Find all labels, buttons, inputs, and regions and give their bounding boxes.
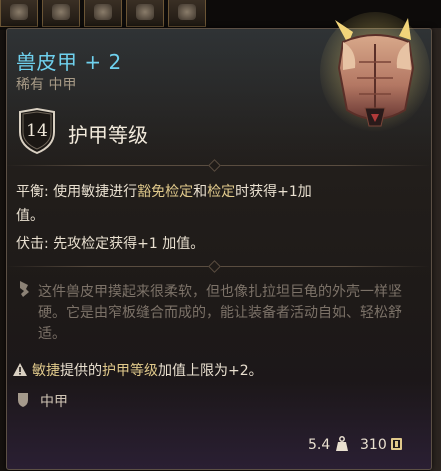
warning-icon xyxy=(13,363,27,376)
item-name: 兽皮甲 + 2 xyxy=(16,50,122,74)
passive-text: 和 xyxy=(193,184,208,200)
weight-value: 5.4 xyxy=(308,437,331,453)
price-value: 310 xyxy=(360,437,387,453)
hide-armor-icon xyxy=(320,12,430,132)
passive-balance: 平衡: 使用敏捷进行豁免检定和检定时获得+1加 值。 xyxy=(16,180,346,228)
coin-icon xyxy=(391,438,402,450)
passive-name: 伏击: xyxy=(16,236,49,252)
flavor-text: 这件兽皮甲摸起来很柔软，但也像扎拉坦巨龟的外壳一样坚硬。它是由窄板缝合而成的，能… xyxy=(38,284,402,342)
keyword-saving-throw[interactable]: 豁免检定 xyxy=(137,184,193,200)
passive-text: 使用敏捷进行 xyxy=(53,184,138,200)
weight-icon xyxy=(336,436,348,451)
inventory-slot[interactable] xyxy=(0,0,38,27)
passive-text: 时获得+1加 xyxy=(235,184,312,200)
passive-text: 值。 xyxy=(16,208,44,224)
armor-class-label: 护甲等级 xyxy=(68,123,148,147)
quill-icon xyxy=(20,281,29,297)
dex-cap-note: 敏捷提供的护甲等级加值上限为+2。 xyxy=(32,360,263,380)
keyword-dexterity[interactable]: 敏捷 xyxy=(32,363,60,379)
inventory-slot[interactable] xyxy=(168,0,206,27)
note-text: 提供的 xyxy=(60,363,102,379)
armor-class-value: 14 xyxy=(26,121,48,141)
passive-name: 平衡: xyxy=(16,184,49,200)
keyword-armor-class[interactable]: 护甲等级 xyxy=(102,363,158,379)
inventory-slot[interactable] xyxy=(126,0,164,27)
passive-text: 先攻检定获得+1 加值。 xyxy=(53,236,205,252)
armor-type: 中甲 xyxy=(40,394,68,410)
inventory-slot[interactable] xyxy=(42,0,80,27)
inventory-slot[interactable] xyxy=(84,0,122,27)
shield-icon xyxy=(18,393,28,407)
passive-ambush: 伏击: 先攻检定获得+1 加值。 xyxy=(16,232,346,256)
keyword-check[interactable]: 检定 xyxy=(207,184,235,200)
note-text: 加值上限为+2。 xyxy=(158,363,263,379)
item-rarity-type: 稀有 中甲 xyxy=(16,77,77,93)
